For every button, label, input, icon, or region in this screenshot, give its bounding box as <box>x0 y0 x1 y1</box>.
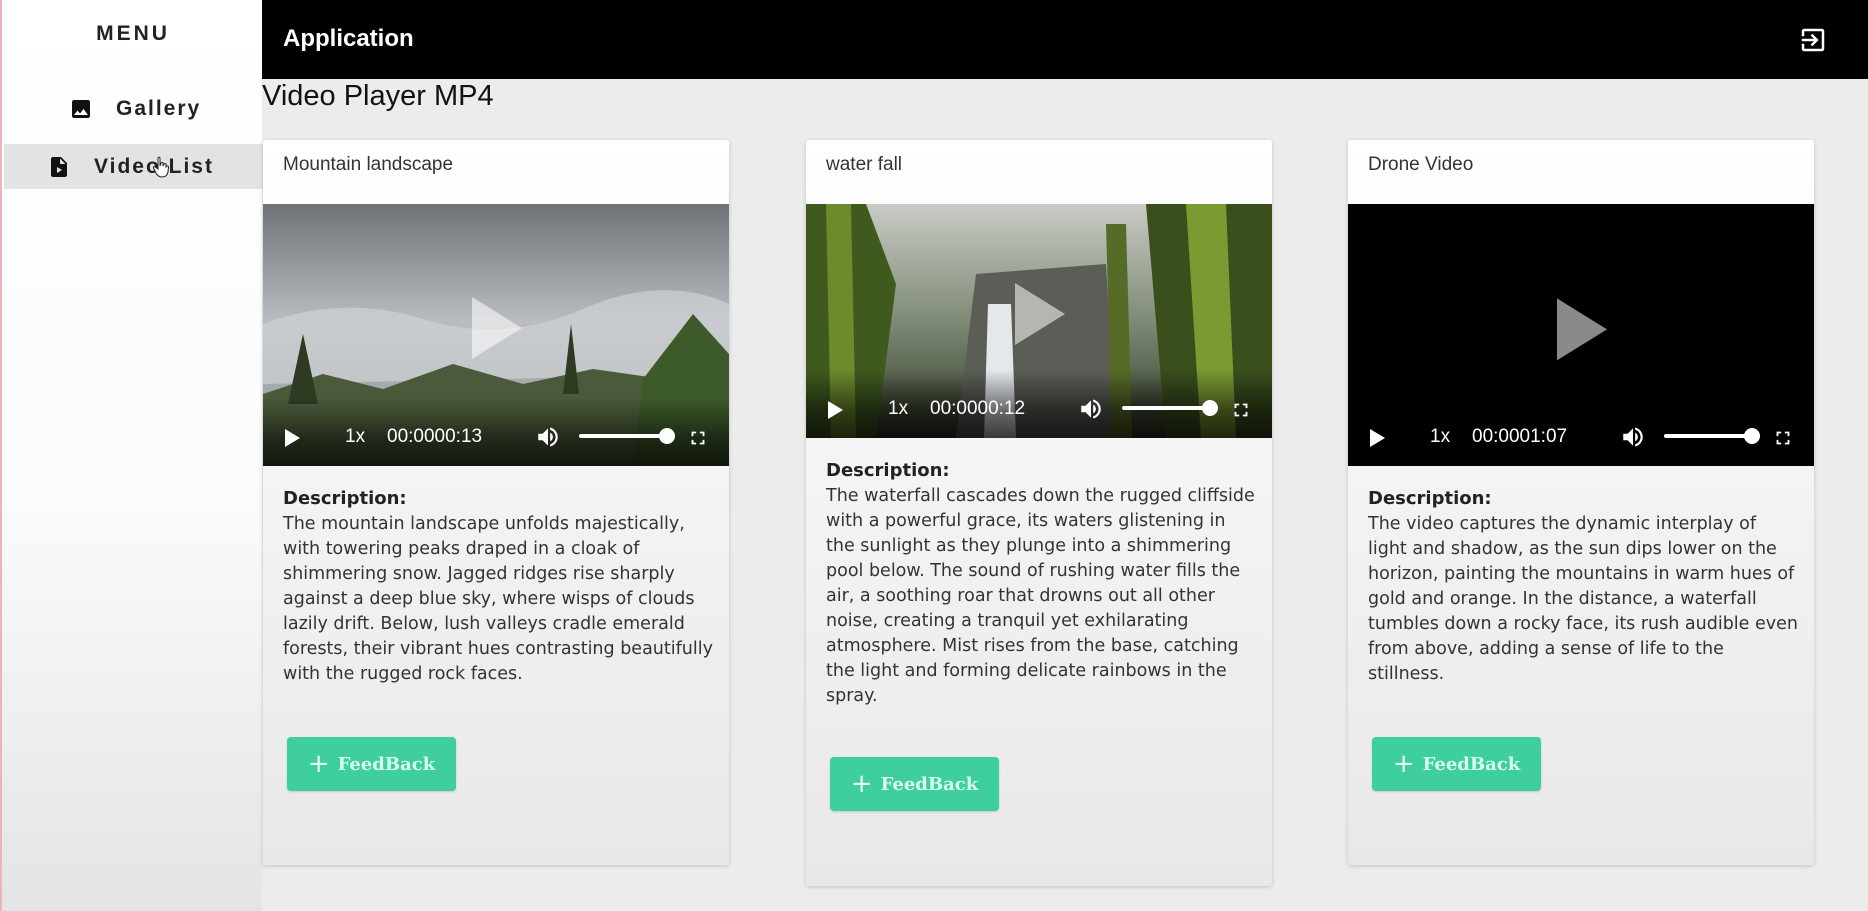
hand-cursor-icon <box>152 156 170 178</box>
sidebar: MENU Gallery Video List <box>0 0 264 911</box>
feedback-button[interactable]: + FeedBack <box>287 737 456 791</box>
play-icon[interactable] <box>1368 428 1386 448</box>
feedback-label: FeedBack <box>1422 753 1521 775</box>
sidebar-item-gallery[interactable]: Gallery <box>4 86 264 131</box>
volume-knob[interactable] <box>1202 400 1218 416</box>
fullscreen-icon[interactable] <box>1772 427 1794 449</box>
page-title: Video Player MP4 <box>262 80 494 112</box>
video-file-icon <box>46 154 72 180</box>
video-controls: 1x 00:0000:12 <box>806 370 1272 438</box>
video-player[interactable]: 1x 00:0000:12 <box>806 204 1272 438</box>
time-display: 00:0000:12 <box>930 398 1026 419</box>
fullscreen-icon[interactable] <box>1230 399 1252 421</box>
video-player[interactable]: 1x 00:0000:13 <box>263 204 729 466</box>
volume-knob[interactable] <box>659 428 675 444</box>
video-controls: 1x 00:0001:07 <box>1348 398 1814 466</box>
volume-icon[interactable] <box>1078 396 1104 422</box>
feedback-label: FeedBack <box>880 773 979 795</box>
image-icon <box>68 96 94 122</box>
play-icon[interactable] <box>283 428 301 448</box>
logout-icon[interactable] <box>1798 25 1828 55</box>
big-play-icon[interactable] <box>466 293 526 363</box>
video-card-drone: Drone Video 1x 00:0001:07 Description: T… <box>1348 140 1814 865</box>
card-title: Drone Video <box>1368 154 1474 175</box>
description-text: The video captures the dynamic interplay… <box>1368 514 1798 684</box>
feedback-button[interactable]: + FeedBack <box>1372 737 1541 791</box>
description-text: The mountain landscape unfolds majestica… <box>283 514 713 684</box>
big-play-icon[interactable] <box>1009 279 1069 349</box>
volume-slider[interactable] <box>579 428 675 444</box>
description-label: Description: <box>826 460 950 481</box>
card-title: water fall <box>826 154 903 175</box>
video-controls: 1x 00:0000:13 <box>263 398 729 466</box>
big-play-icon[interactable] <box>1551 294 1611 364</box>
volume-icon[interactable] <box>1620 424 1646 450</box>
volume-knob[interactable] <box>1744 428 1760 444</box>
feedback-button[interactable]: + FeedBack <box>830 757 999 811</box>
plus-icon: + <box>850 769 873 799</box>
plus-icon: + <box>307 749 330 779</box>
volume-slider[interactable] <box>1122 400 1218 416</box>
top-app-bar: Application <box>262 0 1868 79</box>
description-label: Description: <box>283 488 407 509</box>
feedback-label: FeedBack <box>337 753 436 775</box>
sidebar-item-video-list[interactable]: Video List <box>4 144 264 189</box>
video-card-mountain: Mountain landscape 1x 00:0000:13 Descrip… <box>263 140 729 865</box>
fullscreen-icon[interactable] <box>687 427 709 449</box>
time-display: 00:0000:13 <box>387 426 483 447</box>
description-label: Description: <box>1368 488 1492 509</box>
video-player[interactable]: 1x 00:0001:07 <box>1348 204 1814 466</box>
playback-speed[interactable]: 1x <box>1430 426 1450 448</box>
sidebar-item-label: Gallery <box>116 96 202 120</box>
playback-speed[interactable]: 1x <box>888 398 908 420</box>
play-icon[interactable] <box>826 400 844 420</box>
menu-title: MENU <box>96 22 170 45</box>
volume-icon[interactable] <box>535 424 561 450</box>
volume-slider[interactable] <box>1664 428 1760 444</box>
playback-speed[interactable]: 1x <box>345 426 365 448</box>
app-title: Application <box>283 25 414 52</box>
description-text: The waterfall cascades down the rugged c… <box>826 486 1255 706</box>
video-card-waterfall: water fall 1x 00:0000:12 Description: Th… <box>806 140 1272 886</box>
plus-icon: + <box>1392 749 1415 779</box>
time-display: 00:0001:07 <box>1472 426 1568 447</box>
card-title: Mountain landscape <box>283 154 454 175</box>
